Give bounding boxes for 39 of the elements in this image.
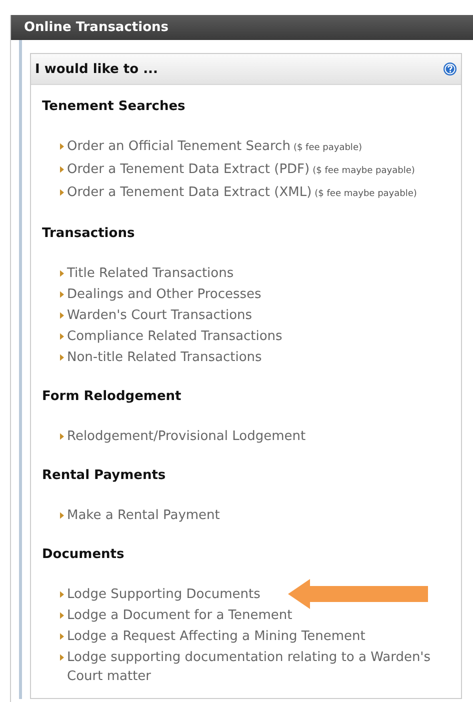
- menu-link[interactable]: Dealings and Other Processes: [67, 285, 262, 304]
- bullet-icon: [60, 291, 64, 298]
- fee-note: ($ fee maybe payable): [312, 166, 415, 176]
- menu-link[interactable]: Lodge a Document for a Tenement: [67, 606, 292, 625]
- bullet-icon: [60, 312, 64, 319]
- help-icon[interactable]: [443, 62, 457, 76]
- bullet-icon: [60, 143, 64, 150]
- fee-note: ($ fee maybe payable): [314, 189, 417, 199]
- menu-link[interactable]: Lodge Supporting Documents: [67, 585, 260, 604]
- menu-link[interactable]: Order a Tenement Data Extract (PDF): [67, 160, 310, 179]
- bullet-icon: [60, 189, 64, 196]
- panel-title: Online Transactions: [24, 20, 169, 35]
- menu-link[interactable]: Order a Tenement Data Extract (XML): [67, 183, 312, 202]
- menu-link[interactable]: Make a Rental Payment: [67, 506, 220, 525]
- menu-link[interactable]: Lodge a Request Affecting a Mining Tenement: [67, 627, 366, 646]
- bullet-icon: [60, 633, 64, 640]
- bullet-icon: [60, 354, 64, 361]
- bullet-icon: [60, 433, 64, 440]
- section-heading: Form Relodgement: [42, 389, 182, 404]
- menu-link[interactable]: Warden's Court Transactions: [67, 306, 252, 325]
- menu-link[interactable]: Compliance Related Transactions: [67, 327, 282, 346]
- fee-note: ($ fee payable): [293, 143, 362, 153]
- bullet-icon: [60, 166, 64, 173]
- bullet-icon: [60, 654, 64, 661]
- section-heading: Documents: [42, 547, 124, 562]
- bullet-icon: [60, 512, 64, 519]
- bullet-icon: [60, 270, 64, 277]
- section-heading: Tenement Searches: [42, 99, 186, 114]
- menu-link[interactable]: Lodge supporting documentation relating to a Warden's Court matter: [67, 648, 455, 686]
- section-heading: Rental Payments: [42, 468, 166, 483]
- box-title: I would like to ...: [35, 62, 158, 76]
- menu-link[interactable]: Order an Official Tenement Search: [67, 137, 290, 156]
- menu-link[interactable]: Non-title Related Transactions: [67, 348, 262, 367]
- bullet-icon: [60, 591, 64, 598]
- bullet-icon: [60, 333, 64, 340]
- menu-link[interactable]: Title Related Transactions: [67, 264, 234, 283]
- menu-link[interactable]: Relodgement/Provisional Lodgement: [67, 427, 306, 446]
- bullet-icon: [60, 612, 64, 619]
- section-heading: Transactions: [42, 226, 135, 241]
